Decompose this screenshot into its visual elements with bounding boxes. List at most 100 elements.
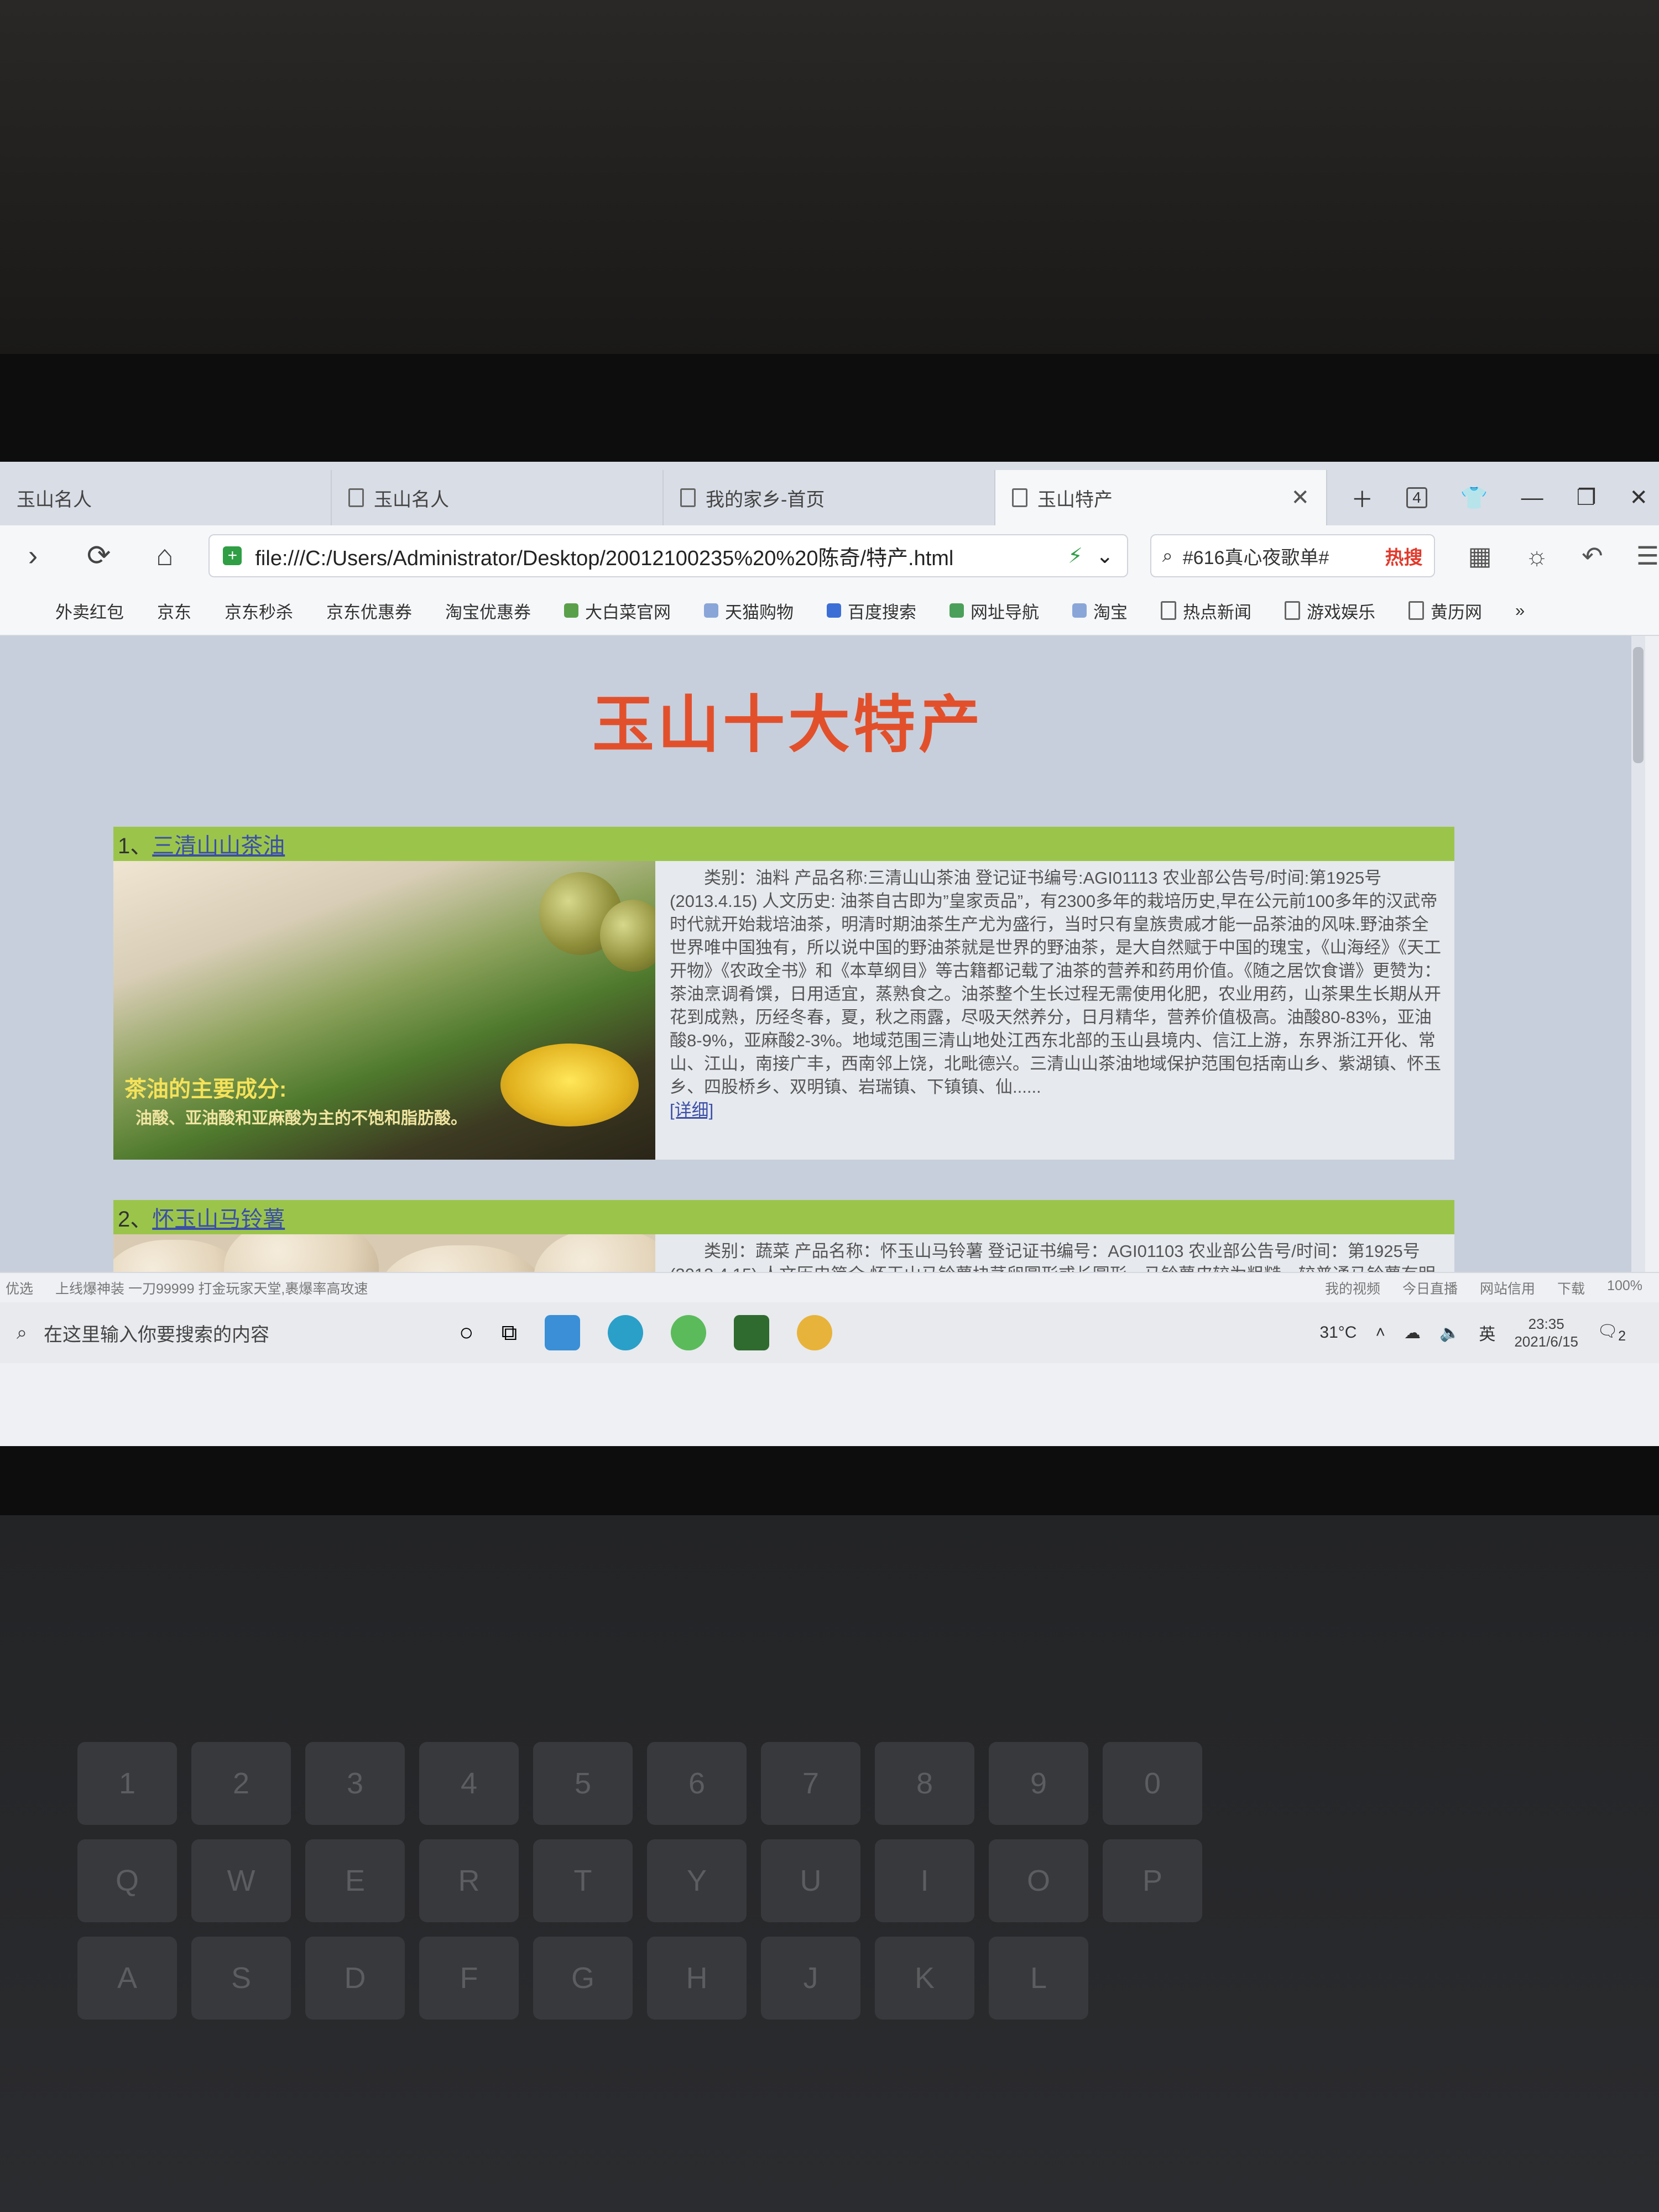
tab-yushan-famous-1[interactable]: 玉山名人 (0, 470, 332, 525)
menu-icon[interactable]: ☰ (1636, 541, 1659, 571)
item-link[interactable]: 怀玉山马铃薯 (152, 1201, 285, 1233)
tab-yushan-specialties[interactable]: 玉山特产 ✕ (995, 470, 1327, 525)
bookmark-item[interactable]: 外卖红包 (55, 598, 124, 623)
bookmark-item-dabaicai[interactable]: 大白菜官网 (564, 598, 671, 623)
bookmark-item[interactable]: 京东 (157, 598, 191, 623)
key[interactable]: W (191, 1839, 291, 1922)
key[interactable]: 1 (77, 1742, 177, 1825)
task-view-icon[interactable]: ⧉ (502, 1321, 518, 1345)
key[interactable]: L (989, 1937, 1088, 2020)
item-link[interactable]: 三清山山茶油 (152, 828, 285, 860)
key[interactable]: A (77, 1937, 177, 2020)
key[interactable]: F (419, 1937, 519, 2020)
hot-search-label[interactable]: 热搜 (1385, 542, 1423, 570)
key[interactable]: E (305, 1839, 405, 1922)
close-tab-icon[interactable]: ✕ (1291, 485, 1310, 510)
tab-label: 玉山名人 (374, 489, 449, 510)
scroll-thumb[interactable] (1633, 647, 1644, 763)
notification-icon[interactable]: 🗨2 (1597, 1322, 1626, 1344)
clock[interactable]: 23:35 2021/6/15 (1514, 1315, 1578, 1350)
status-recommend[interactable]: 优选 (6, 1278, 33, 1298)
details-link[interactable]: [详细] (670, 1099, 1441, 1122)
key[interactable]: Y (647, 1839, 747, 1922)
status-ad-text[interactable]: 上线爆神装 一刀99999 打金玩家天堂,裹爆率高攻速 (55, 1278, 368, 1298)
key[interactable]: R (419, 1839, 519, 1922)
bookmark-item[interactable]: 淘宝优惠券 (445, 598, 531, 623)
search-box[interactable]: ⌕ #616真心夜歌单# 热搜 (1150, 534, 1435, 577)
more-bookmarks-icon[interactable]: » (1515, 601, 1525, 620)
volume-icon[interactable]: 🔈 (1439, 1323, 1460, 1343)
shirt-icon[interactable]: 👕 (1460, 485, 1488, 511)
bookmark-item[interactable]: 京东优惠券 (326, 598, 412, 623)
address-bar[interactable]: + file:///C:/Users/Administrator/Desktop… (208, 534, 1128, 577)
key[interactable]: O (989, 1839, 1088, 1922)
key[interactable]: 0 (1103, 1742, 1202, 1825)
edge-icon[interactable] (608, 1315, 644, 1350)
tab-hometown-home[interactable]: 我的家乡-首页 (664, 470, 995, 525)
key[interactable]: T (533, 1839, 633, 1922)
search-text[interactable]: #616真心夜歌单# (1183, 542, 1329, 570)
ime-indicator[interactable]: 英 (1479, 1321, 1495, 1345)
bookmark-item-baidu[interactable]: 百度搜索 (827, 598, 916, 623)
key[interactable]: S (191, 1937, 291, 2020)
page-icon (1012, 488, 1027, 507)
key[interactable]: 3 (305, 1742, 405, 1825)
restore-icon[interactable]: ❐ (1577, 485, 1597, 510)
minimize-icon[interactable]: — (1521, 486, 1543, 510)
status-download[interactable]: 下载 (1557, 1278, 1585, 1298)
mail-icon[interactable] (545, 1315, 581, 1350)
key[interactable]: I (875, 1839, 974, 1922)
chrome-icon[interactable] (797, 1315, 833, 1350)
key[interactable]: K (875, 1937, 974, 2020)
key[interactable]: U (761, 1839, 860, 1922)
lightning-icon[interactable]: ⚡ (1068, 544, 1083, 568)
forward-icon[interactable]: › (11, 539, 55, 572)
tab-count-badge[interactable]: 4 (1406, 487, 1427, 508)
home-icon[interactable]: ⌂ (143, 539, 186, 572)
key[interactable]: 4 (419, 1742, 519, 1825)
dreamweaver-icon[interactable] (734, 1315, 770, 1350)
bookmark-item-nav[interactable]: 网址导航 (950, 598, 1039, 623)
chevron-up-icon[interactable]: ˄ (1375, 1323, 1385, 1342)
tea-oil-image: 茶油的主要成分: 油酸、亚油酸和亚麻酸为主的不饱和脂肪酸。 (113, 861, 655, 1160)
bookmark-item-calendar[interactable]: 黄历网 (1408, 598, 1482, 623)
tab-yushan-famous-2[interactable]: 玉山名人 (332, 470, 664, 525)
bookmark-item-news[interactable]: 热点新闻 (1161, 598, 1251, 623)
grid-icon[interactable]: ▦ (1468, 541, 1492, 571)
bookmark-item-tmall[interactable]: 天猫购物 (704, 598, 794, 623)
bookmark-item[interactable]: 京东秒杀 (225, 598, 293, 623)
status-my-video[interactable]: 我的视频 (1325, 1278, 1380, 1298)
brightness-icon[interactable]: ☼ (1525, 541, 1548, 571)
key[interactable]: 8 (875, 1742, 974, 1825)
key[interactable]: J (761, 1937, 860, 2020)
key[interactable]: G (533, 1937, 633, 2020)
refresh-icon[interactable]: ⟳ (77, 539, 121, 572)
taskbar-search[interactable]: ⌕ 在这里输入你要搜索的内容 (17, 1319, 437, 1347)
key[interactable]: 6 (647, 1742, 747, 1825)
key[interactable]: P (1103, 1839, 1202, 1922)
key[interactable]: 5 (533, 1742, 633, 1825)
address-text[interactable]: file:///C:/Users/Administrator/Desktop/2… (255, 541, 1055, 571)
status-site-credit[interactable]: 网站信用 (1480, 1278, 1535, 1298)
key[interactable]: 2 (191, 1742, 291, 1825)
cortana-icon[interactable]: ○ (459, 1319, 474, 1347)
new-tab-icon[interactable]: ＋ (1351, 482, 1373, 514)
bookmark-item-games[interactable]: 游戏娱乐 (1285, 598, 1375, 623)
key[interactable]: H (647, 1937, 747, 2020)
bookmark-item-taobao[interactable]: 淘宝 (1072, 598, 1128, 623)
status-zoom[interactable]: 100% (1607, 1278, 1642, 1298)
close-window-icon[interactable]: ✕ (1629, 485, 1648, 510)
cloud-icon[interactable]: ☁ (1404, 1323, 1421, 1343)
key[interactable]: D (305, 1937, 405, 2020)
undo-icon[interactable]: ↶ (1582, 541, 1603, 571)
chevron-down-icon[interactable]: ⌄ (1096, 544, 1114, 568)
taskbar-search-placeholder[interactable]: 在这里输入你要搜索的内容 (44, 1319, 269, 1347)
key[interactable]: 9 (989, 1742, 1088, 1825)
status-live[interactable]: 今日直播 (1402, 1278, 1458, 1298)
tab-label: 玉山名人 (17, 489, 92, 510)
temperature-text[interactable]: 31°C (1319, 1323, 1357, 1342)
page-scrollbar[interactable] (1631, 636, 1645, 1272)
ie-icon[interactable] (671, 1315, 707, 1350)
key[interactable]: 7 (761, 1742, 860, 1825)
key[interactable]: Q (77, 1839, 177, 1922)
